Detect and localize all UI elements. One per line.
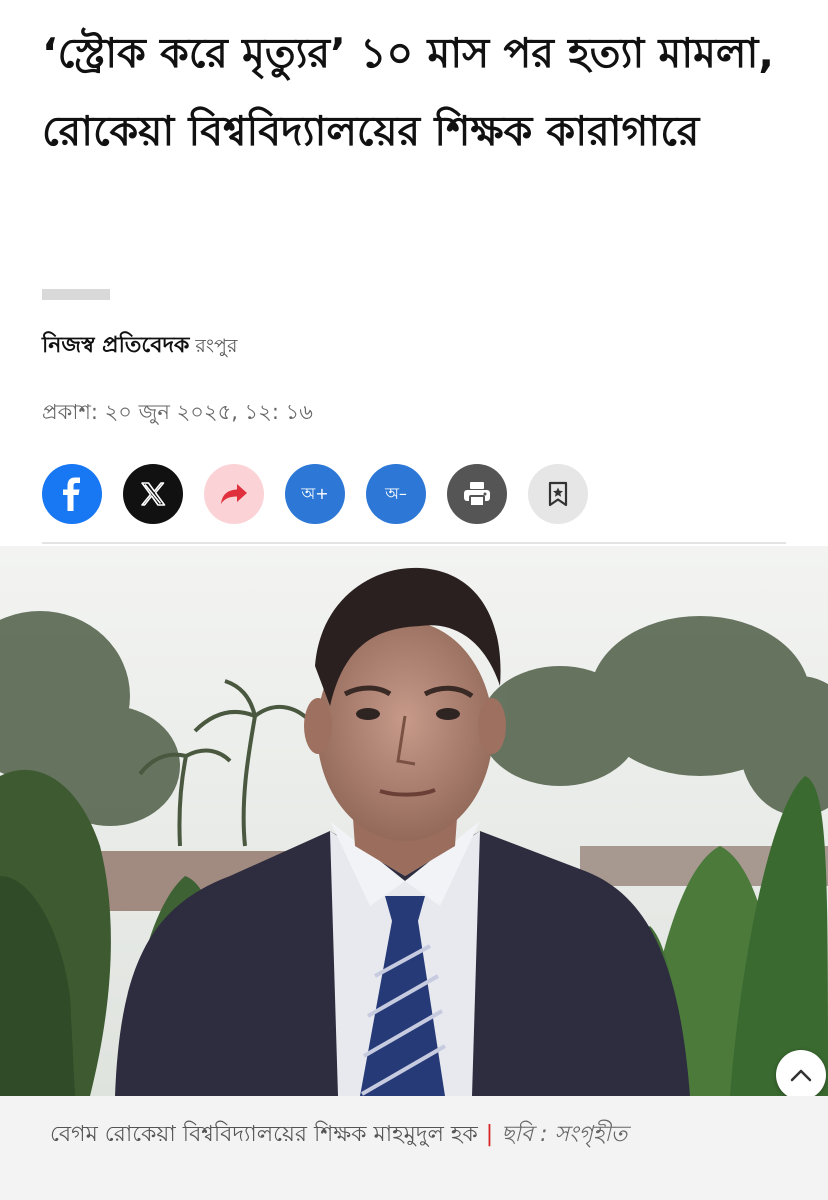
facebook-share-button[interactable] [42, 464, 102, 524]
byline: নিজস্ব প্রতিবেদক রংপুর [42, 326, 237, 366]
font-decrease-label: অ– [385, 483, 407, 503]
photo-caption-area: বেগম রোকেয়া বিশ্ববিদ্যালয়ের শিক্ষক মাহ… [0, 1096, 828, 1200]
article-headline: ‘স্ট্রোক করে মৃত্যুর’ ১০ মাস পর হত্যা মা… [42, 29, 774, 155]
share-button[interactable] [204, 464, 264, 524]
bookmark-button[interactable] [528, 464, 588, 524]
font-decrease-button[interactable]: অ– [366, 464, 426, 524]
font-increase-label: অ+ [301, 483, 329, 503]
share-toolbar: অ+ অ– [42, 464, 588, 524]
scroll-to-top-button[interactable] [776, 1050, 826, 1100]
author-location: রংপুর [195, 335, 238, 357]
print-button[interactable] [447, 464, 507, 524]
author-name[interactable]: নিজস্ব প্রতিবেদক [42, 333, 189, 358]
caption-text: বেগম রোকেয়া বিশ্ববিদ্যালয়ের শিক্ষক মাহ… [50, 1122, 478, 1147]
printer-icon [464, 482, 490, 507]
photo-credit: ছবি : সংগৃহীত [501, 1122, 628, 1147]
bookmark-star-icon [548, 481, 568, 507]
article-photo [0, 546, 828, 1096]
share-arrow-icon [221, 484, 247, 504]
font-increase-button[interactable]: অ+ [285, 464, 345, 524]
facebook-icon [63, 477, 80, 511]
headline-divider [42, 289, 110, 300]
publish-time: প্রকাশ: ২০ জুন ২০২৫, ১২: ১৬ [42, 400, 313, 424]
x-share-button[interactable] [123, 464, 183, 524]
x-icon [141, 482, 166, 506]
chevron-up-icon [790, 1069, 812, 1082]
content-divider [42, 542, 786, 544]
caption-separator: | [485, 1122, 494, 1147]
photo-caption: বেগম রোকেয়া বিশ্ববিদ্যালয়ের শিক্ষক মাহ… [50, 1112, 770, 1158]
